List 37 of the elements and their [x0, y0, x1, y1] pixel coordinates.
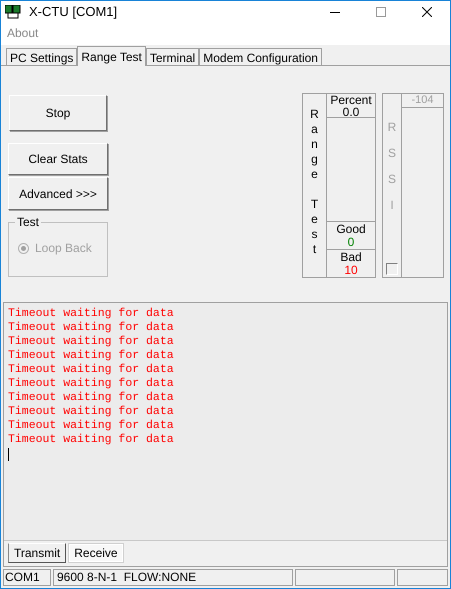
good-label: Good	[336, 223, 366, 236]
status-field: COM1	[3, 569, 51, 586]
text-cursor	[8, 448, 9, 461]
tab[interactable]: Receive	[68, 543, 124, 563]
vertical-label: Range Test	[310, 107, 319, 258]
tab[interactable]: PC Settings	[6, 48, 78, 65]
bad-label: Bad	[340, 251, 362, 264]
log-line: Timeout waiting for data	[8, 321, 175, 335]
window-title: X-CTU [COM1]	[29, 3, 118, 22]
log-line: Timeout waiting for data	[8, 405, 175, 419]
menu-item[interactable]: About	[7, 24, 38, 42]
good-count: 0	[348, 236, 354, 249]
percent-label: Percent	[330, 94, 372, 106]
app-icon	[5, 5, 21, 19]
vertical-label: RSSI	[388, 119, 396, 207]
tab[interactable]: Transmit	[8, 543, 66, 563]
bad-count: 10	[344, 264, 358, 277]
push-button[interactable]: Advanced >>>	[8, 177, 108, 210]
log-line: Timeout waiting for data	[8, 307, 175, 321]
push-button[interactable]: Clear Stats	[8, 143, 108, 175]
log-line: Timeout waiting for data	[8, 363, 175, 377]
close-icon	[422, 7, 432, 17]
percent-value: 0.0	[342, 106, 360, 118]
tab[interactable]: Modem Configuration	[199, 48, 322, 65]
log-line: Timeout waiting for data	[8, 419, 175, 433]
log-line: Timeout waiting for data	[8, 433, 175, 447]
log-line: Timeout waiting for data	[8, 391, 175, 405]
tab[interactable]: Terminal	[146, 48, 200, 65]
log-line: Timeout waiting for data	[8, 349, 175, 363]
maximize-icon	[376, 7, 386, 17]
log-line: Timeout waiting for data	[8, 377, 175, 391]
status-field: 9600 8-N-1 FLOW:NONE	[53, 569, 293, 586]
status-field	[397, 569, 448, 586]
log-line: Timeout waiting for data	[8, 335, 175, 349]
rssi-value: -104	[411, 94, 434, 107]
tab[interactable]: Range Test	[77, 46, 146, 66]
push-button[interactable]: Stop	[9, 95, 107, 131]
